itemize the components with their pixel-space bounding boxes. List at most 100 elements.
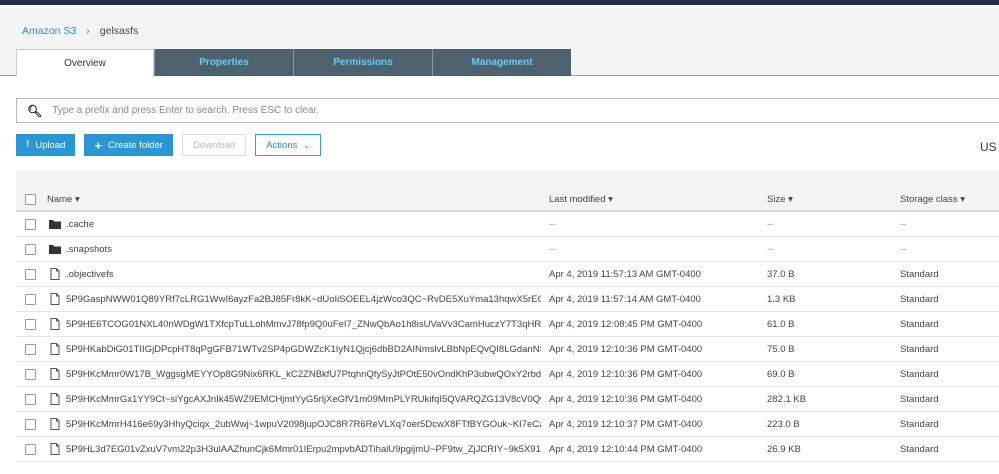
object-name-link[interactable]: 5P9GaspNWW01Q89YRf7cLRG1WwI6ayzFa2BJ85Fr…	[66, 287, 541, 312]
toolbar: ⭱ Upload + Create folder Download Actions ⌄	[16, 134, 322, 156]
object-name-link[interactable]: 5P9HL3d7EG01vZxuV7vm22p3H3ulAAZhunCjk6Mm…	[66, 437, 541, 462]
tab-overview[interactable]: Overview	[16, 49, 154, 77]
select-all-checkbox[interactable]	[25, 194, 36, 205]
storage-class: Standard	[900, 294, 939, 305]
folder-icon	[49, 243, 61, 255]
last-modified: Apr 4, 2019 11:57:14 AM GMT-0400	[549, 294, 701, 305]
row-checkbox[interactable]	[25, 344, 36, 355]
folder-icon	[49, 218, 61, 230]
size: 282.1 KB	[767, 394, 807, 405]
table-row: 5P9HE6TCOG01NXL40nWDgW1TXfcpTuLLohMmvJ78…	[16, 312, 999, 337]
last-modified: Apr 4, 2019 12:08:45 PM GMT-0400	[549, 319, 703, 330]
object-name-link[interactable]: 5P9HKabDiG01TIIGjDPcpHT8qPgGFB71WTv2SP4p…	[66, 337, 541, 362]
tab-permissions[interactable]: Permissions	[293, 49, 432, 76]
breadcrumb: Amazon S3 › gelsasfs	[22, 25, 138, 37]
storage-class: Standard	[900, 369, 939, 380]
file-icon	[49, 443, 61, 455]
size: 26.9 KB	[767, 444, 801, 455]
size: 1.3 KB	[767, 294, 796, 305]
upload-icon: ⭱	[26, 139, 30, 150]
region-label: US	[980, 140, 997, 154]
table-row: 5P9GaspNWW01Q89YRf7cLRG1WwI6ayzFa2BJ85Fr…	[16, 287, 999, 312]
file-icon	[49, 343, 61, 355]
row-checkbox[interactable]	[25, 319, 36, 330]
object-name-link[interactable]: 5P9HKcMmr0W17B_WggsgMEYYOp8G9Nix6RKL_kC2…	[66, 362, 541, 387]
row-checkbox[interactable]	[25, 444, 36, 455]
file-icon	[49, 393, 61, 405]
row-checkbox[interactable]	[25, 219, 36, 230]
create-folder-label: Create folder	[108, 139, 163, 151]
table-row: 5P9HKabDiG01TIIGjDPcpHT8qPgGFB71WTv2SP4p…	[16, 337, 999, 362]
storage-class: Standard	[900, 419, 939, 430]
table-row: 5P9HKcMmr0W17B_WggsgMEYYOp8G9Nix6RKL_kC2…	[16, 362, 999, 387]
storage-class: Standard	[900, 319, 939, 330]
last-modified: Apr 4, 2019 12:10:37 PM GMT-0400	[549, 419, 703, 430]
object-name-link[interactable]: 5P9HKcMmrH416e69y3HhyQciqx_2ubWwj~1wpuV2…	[66, 412, 541, 437]
object-name-link[interactable]: .snapshots	[66, 237, 541, 262]
search-placeholder: Type a prefix and press Enter to search.…	[52, 105, 320, 116]
last-modified: Apr 4, 2019 11:57:13 AM GMT-0400	[549, 269, 701, 280]
table-row: 5P9HKcMmrGx1YY9Ct~siYgcAXJnIk45WZ9EMCHjm…	[16, 387, 999, 412]
row-checkbox[interactable]	[25, 269, 36, 280]
table-row: 5P9HL3d7EG01vZxuV7vm22p3H3ulAAZhunCjk6Mm…	[16, 437, 999, 462]
row-checkbox[interactable]	[25, 294, 36, 305]
size: --	[767, 244, 774, 255]
size: 223.0 B	[767, 419, 800, 430]
download-button[interactable]: Download	[181, 134, 247, 156]
table-row: 5P9HKcMmrH416e69y3HhyQciqx_2ubWwj~1wpuV2…	[16, 412, 999, 437]
row-checkbox[interactable]	[25, 419, 36, 430]
tab-properties[interactable]: Properties	[154, 49, 293, 76]
file-icon	[49, 368, 61, 380]
table-header: Name ▾ Last modified ▾ Size ▾ Storage cl…	[16, 187, 999, 212]
file-icon	[49, 293, 61, 305]
search-icon: 🔍︎	[27, 103, 43, 118]
object-name-link[interactable]: 5P9HE6TCOG01NXL40nWDgW1TXfcpTuLLohMmvJ78…	[66, 312, 541, 337]
object-name-link[interactable]: 5P9HKcMmrGx1YY9Ct~siYgcAXJnIk45WZ9EMCHjm…	[66, 387, 541, 412]
last-modified: Apr 4, 2019 12:10:44 PM GMT-0400	[549, 444, 703, 455]
size: 75.0 B	[767, 344, 795, 355]
last-modified: Apr 4, 2019 12:10:36 PM GMT-0400	[549, 344, 703, 355]
row-checkbox[interactable]	[25, 394, 36, 405]
chevron-down-icon: ⌄	[303, 140, 311, 150]
last-modified: --	[549, 219, 556, 230]
table-toolbar-strip	[16, 170, 999, 187]
plus-icon: +	[94, 137, 103, 153]
size: 61.0 B	[767, 319, 795, 330]
actions-label: Actions	[266, 139, 298, 151]
breadcrumb-amazon-s3[interactable]: Amazon S3	[22, 25, 76, 37]
size: 37.0 B	[767, 269, 795, 280]
storage-class: Standard	[900, 394, 939, 405]
file-icon	[49, 268, 61, 280]
upload-button[interactable]: ⭱ Upload	[16, 134, 76, 156]
breadcrumb-bucket: gelsasfs	[99, 25, 139, 37]
table-row: .objectivefs Apr 4, 2019 11:57:13 AM GMT…	[16, 262, 999, 287]
header-size[interactable]: Size ▾	[767, 187, 793, 212]
header-name[interactable]: Name ▾	[47, 187, 80, 212]
file-icon	[49, 418, 61, 430]
header-last-modified[interactable]: Last modified ▾	[549, 187, 613, 212]
storage-class: Standard	[900, 444, 939, 455]
size: --	[767, 219, 774, 230]
create-folder-button[interactable]: + Create folder	[84, 134, 173, 156]
object-name-link[interactable]: .cache	[66, 212, 541, 237]
tab-management[interactable]: Management	[432, 49, 571, 76]
last-modified: Apr 4, 2019 12:10:36 PM GMT-0400	[549, 394, 703, 405]
last-modified: --	[549, 244, 556, 255]
table-row: .cache -- -- --	[16, 212, 999, 237]
storage-class: Standard	[900, 269, 939, 280]
search-input[interactable]: 🔍︎ Type a prefix and press Enter to sear…	[16, 98, 999, 123]
object-name-link[interactable]: .objectivefs	[66, 262, 541, 287]
row-checkbox[interactable]	[25, 244, 36, 255]
last-modified: Apr 4, 2019 12:10:36 PM GMT-0400	[549, 369, 703, 380]
breadcrumb-separator: ›	[86, 25, 90, 37]
storage-class: --	[900, 244, 907, 255]
upload-label: Upload	[35, 139, 66, 151]
table-row: .snapshots -- -- --	[16, 237, 999, 262]
storage-class: Standard	[900, 344, 939, 355]
tab-bar: Overview Properties Permissions Manageme…	[16, 49, 571, 77]
storage-class: --	[900, 219, 907, 230]
row-checkbox[interactable]	[25, 369, 36, 380]
actions-dropdown[interactable]: Actions ⌄	[255, 134, 322, 156]
header-storage-class[interactable]: Storage class ▾	[900, 187, 965, 212]
file-icon	[49, 318, 61, 330]
